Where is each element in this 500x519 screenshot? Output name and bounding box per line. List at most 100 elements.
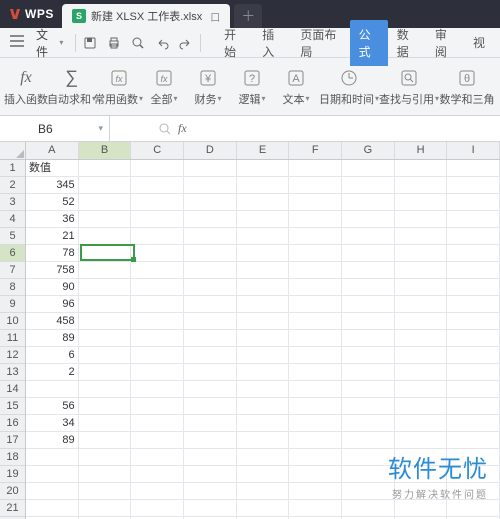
tab-more[interactable]: 视 xyxy=(464,28,494,57)
cell-B6[interactable] xyxy=(79,245,132,262)
cell-A18[interactable] xyxy=(26,449,79,466)
cell-F3[interactable] xyxy=(289,194,342,211)
cell-H3[interactable] xyxy=(395,194,448,211)
cell-H9[interactable] xyxy=(395,296,448,313)
cell-F7[interactable] xyxy=(289,262,342,279)
cell-A3[interactable]: 52 xyxy=(26,194,79,211)
cell-E4[interactable] xyxy=(237,211,290,228)
cell-F13[interactable] xyxy=(289,364,342,381)
cell-A11[interactable]: 89 xyxy=(26,330,79,347)
cell-G15[interactable] xyxy=(342,398,395,415)
cell-B8[interactable] xyxy=(79,279,132,296)
cell-E1[interactable] xyxy=(237,160,290,177)
cell-G6[interactable] xyxy=(342,245,395,262)
cell-I9[interactable] xyxy=(447,296,500,313)
cell-H10[interactable] xyxy=(395,313,448,330)
cell-A8[interactable]: 90 xyxy=(26,279,79,296)
cell-A21[interactable] xyxy=(26,500,79,517)
cell-I19[interactable] xyxy=(447,466,500,483)
cell-C4[interactable] xyxy=(131,211,184,228)
cell-B14[interactable] xyxy=(79,381,132,398)
cell-F18[interactable] xyxy=(289,449,342,466)
datetime-button[interactable]: 日期和时间▾ xyxy=(318,60,380,114)
cells-area[interactable]: 数值3455236217875890964588962563489 xyxy=(26,160,500,519)
cell-C8[interactable] xyxy=(131,279,184,296)
row-header-3[interactable]: 3 xyxy=(0,194,25,211)
cell-G7[interactable] xyxy=(342,262,395,279)
lookup-button[interactable]: 查找与引用▾ xyxy=(380,60,438,114)
cell-C14[interactable] xyxy=(131,381,184,398)
cell-H1[interactable] xyxy=(395,160,448,177)
name-box[interactable]: B6 ▾ xyxy=(0,116,110,141)
row-header-8[interactable]: 8 xyxy=(0,279,25,296)
cell-G16[interactable] xyxy=(342,415,395,432)
cell-D7[interactable] xyxy=(184,262,237,279)
row-header-13[interactable]: 13 xyxy=(0,364,25,381)
cell-E12[interactable] xyxy=(237,347,290,364)
cell-G21[interactable] xyxy=(342,500,395,517)
cell-I6[interactable] xyxy=(447,245,500,262)
cell-B3[interactable] xyxy=(79,194,132,211)
cell-A17[interactable]: 89 xyxy=(26,432,79,449)
cell-C6[interactable] xyxy=(131,245,184,262)
cell-E2[interactable] xyxy=(237,177,290,194)
cell-G11[interactable] xyxy=(342,330,395,347)
cell-E17[interactable] xyxy=(237,432,290,449)
cell-F14[interactable] xyxy=(289,381,342,398)
autosum-button[interactable]: ∑ 自动求和▾ xyxy=(48,60,95,114)
cell-G4[interactable] xyxy=(342,211,395,228)
cell-A12[interactable]: 6 xyxy=(26,347,79,364)
cell-H13[interactable] xyxy=(395,364,448,381)
cell-B7[interactable] xyxy=(79,262,132,279)
cell-D20[interactable] xyxy=(184,483,237,500)
save-button[interactable] xyxy=(82,35,98,51)
cell-A16[interactable]: 34 xyxy=(26,415,79,432)
cell-F5[interactable] xyxy=(289,228,342,245)
cell-H11[interactable] xyxy=(395,330,448,347)
cell-B21[interactable] xyxy=(79,500,132,517)
cell-B12[interactable] xyxy=(79,347,132,364)
cell-G1[interactable] xyxy=(342,160,395,177)
cell-D6[interactable] xyxy=(184,245,237,262)
row-header-10[interactable]: 10 xyxy=(0,313,25,330)
cell-A1[interactable]: 数值 xyxy=(26,160,79,177)
cell-G12[interactable] xyxy=(342,347,395,364)
cell-E7[interactable] xyxy=(237,262,290,279)
cell-F16[interactable] xyxy=(289,415,342,432)
cell-I17[interactable] xyxy=(447,432,500,449)
cell-F15[interactable] xyxy=(289,398,342,415)
cell-C7[interactable] xyxy=(131,262,184,279)
row-header-20[interactable]: 20 xyxy=(0,483,25,500)
cell-E10[interactable] xyxy=(237,313,290,330)
cell-H16[interactable] xyxy=(395,415,448,432)
cell-D3[interactable] xyxy=(184,194,237,211)
cell-B17[interactable] xyxy=(79,432,132,449)
cell-G18[interactable] xyxy=(342,449,395,466)
row-header-9[interactable]: 9 xyxy=(0,296,25,313)
cell-H19[interactable] xyxy=(395,466,448,483)
cell-C13[interactable] xyxy=(131,364,184,381)
spreadsheet-grid[interactable]: ABCDEFGHI 123456789101112131415161718192… xyxy=(0,142,500,519)
cell-A15[interactable]: 56 xyxy=(26,398,79,415)
select-all-corner[interactable] xyxy=(0,142,26,160)
cell-G17[interactable] xyxy=(342,432,395,449)
cell-E14[interactable] xyxy=(237,381,290,398)
cell-G14[interactable] xyxy=(342,381,395,398)
cell-B10[interactable] xyxy=(79,313,132,330)
cell-I15[interactable] xyxy=(447,398,500,415)
cell-B1[interactable] xyxy=(79,160,132,177)
cell-F2[interactable] xyxy=(289,177,342,194)
cell-I1[interactable] xyxy=(447,160,500,177)
row-header-17[interactable]: 17 xyxy=(0,432,25,449)
row-header-11[interactable]: 11 xyxy=(0,330,25,347)
common-functions-button[interactable]: fx 常用函数▾ xyxy=(95,60,142,114)
cell-D10[interactable] xyxy=(184,313,237,330)
cell-C1[interactable] xyxy=(131,160,184,177)
column-header-G[interactable]: G xyxy=(342,142,395,159)
row-header-7[interactable]: 7 xyxy=(0,262,25,279)
cell-H15[interactable] xyxy=(395,398,448,415)
cell-D9[interactable] xyxy=(184,296,237,313)
cell-I18[interactable] xyxy=(447,449,500,466)
cell-F10[interactable] xyxy=(289,313,342,330)
cell-I20[interactable] xyxy=(447,483,500,500)
